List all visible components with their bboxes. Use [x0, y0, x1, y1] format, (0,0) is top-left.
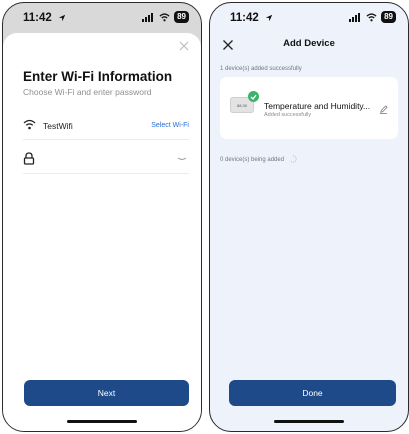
page-subtitle: Choose Wi-Fi and enter password [23, 87, 152, 97]
done-button[interactable]: Done [229, 380, 396, 406]
lock-icon [23, 152, 35, 165]
check-icon [250, 94, 257, 100]
status-time: 11:42 [230, 12, 259, 24]
signal-icon [142, 12, 154, 22]
wifi-icon [159, 12, 170, 21]
wifi-name: TestWifi [43, 121, 73, 131]
eye-hidden-icon[interactable] [177, 157, 187, 162]
page-title: Add Device [283, 38, 335, 49]
wifi-icon [366, 12, 377, 21]
next-button[interactable]: Next [24, 380, 189, 406]
pencil-icon[interactable] [379, 105, 388, 114]
spinner-icon [289, 155, 297, 163]
close-icon[interactable] [177, 39, 191, 53]
device-status: Added successfully [264, 112, 312, 118]
battery-icon: 89 [381, 11, 396, 23]
location-arrow-icon [58, 14, 66, 22]
battery-icon: 89 [174, 11, 189, 23]
status-time: 11:42 [23, 12, 52, 24]
location-arrow-icon [265, 14, 273, 22]
home-indicator [67, 420, 137, 423]
password-field[interactable] [23, 151, 189, 174]
added-count-label: 1 device(s) added successfully [220, 66, 302, 72]
adding-count-label: 0 device(s) being added [220, 157, 285, 163]
status-bar: 11:42 89 [210, 3, 408, 33]
select-wifi-link[interactable]: Select Wi-Fi [151, 122, 189, 129]
wifi-select-row[interactable]: TestWifi Select Wi-Fi [23, 117, 189, 140]
signal-icon [349, 12, 361, 22]
success-badge [248, 91, 259, 102]
device-name: Temperature and Humidity... [264, 101, 371, 111]
device-card[interactable]: 88.30 Temperature and Humidity... Added … [220, 77, 398, 139]
wifi-icon [23, 119, 36, 130]
status-bar: 11:42 89 [3, 3, 201, 33]
page-title: Enter Wi-Fi Information [23, 69, 173, 84]
phone-add-device: 11:42 89 Add Device 1 device(s) added su… [209, 2, 409, 432]
wifi-sheet: Enter Wi-Fi Information Choose Wi-Fi and… [3, 33, 201, 431]
home-indicator [274, 420, 344, 423]
phone-wifi-setup: 11:42 89 Enter Wi-Fi Information Choose … [2, 2, 202, 432]
